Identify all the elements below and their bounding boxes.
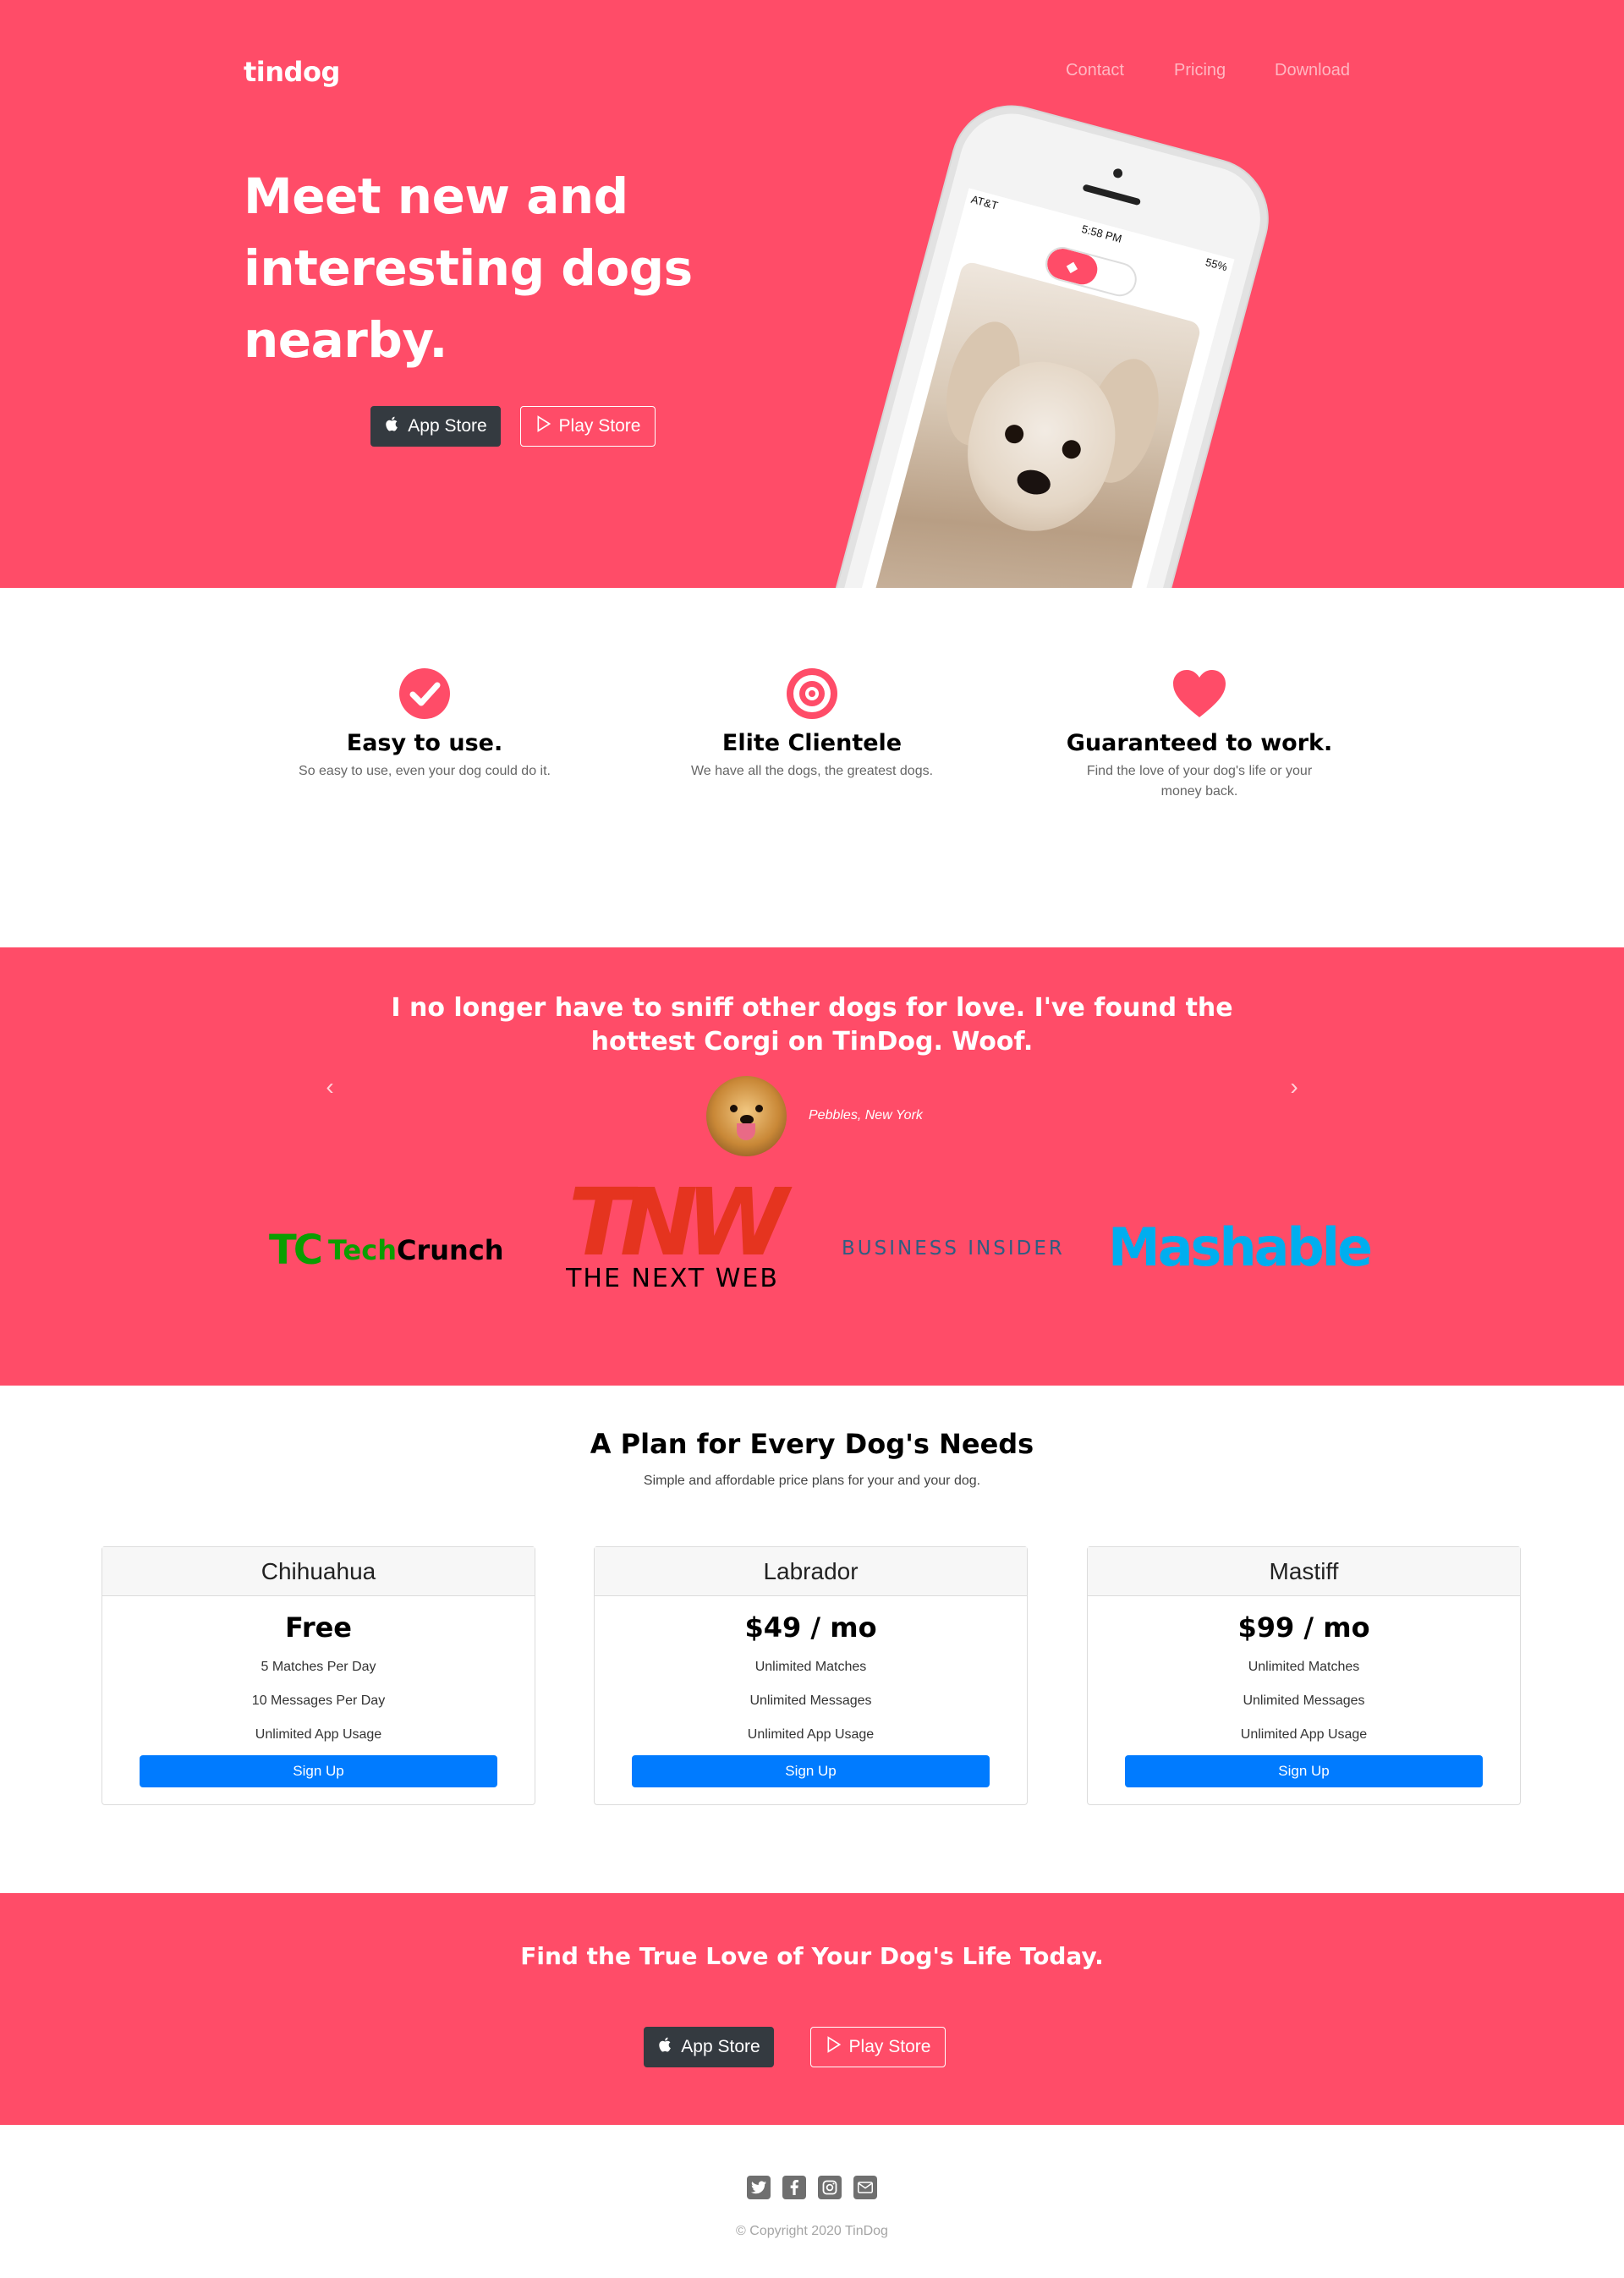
pricing-title: A Plan for Every Dog's Needs (590, 1428, 1034, 1460)
avatar (706, 1076, 787, 1156)
techcrunch-wordmark: TechCrunch (327, 1234, 504, 1266)
plan-features: Unlimited Matches Unlimited Messages Unl… (595, 1650, 1027, 1752)
footer: © Copyright 2020 TinDog (0, 2125, 1624, 2278)
plan-feature: Unlimited App Usage (747, 1727, 875, 1742)
phone-speaker (1082, 184, 1142, 206)
app-store-label: App Store (681, 2037, 760, 2056)
social-links (0, 2176, 1624, 2199)
dog-nose (1014, 466, 1054, 498)
plan-name: Labrador (595, 1547, 1027, 1596)
hero-title: Meet new and interesting dogs nearby. (244, 167, 693, 369)
plan-feature: Unlimited App Usage (255, 1727, 382, 1742)
plan-feature: 5 Matches Per Day (261, 1660, 376, 1674)
carousel-next-icon[interactable]: › (1281, 1074, 1307, 1100)
plan-name: Chihuahua (102, 1547, 535, 1596)
plan-card-mastiff: Mastiff $99 / mo Unlimited Matches Unlim… (1087, 1546, 1521, 1805)
pricing-section: A Plan for Every Dog's Needs Simple and … (0, 1386, 1624, 1893)
facebook-icon[interactable] (782, 2176, 806, 2199)
features-section: Easy to use. So easy to use, even your d… (0, 588, 1624, 947)
play-store-label: Play Store (848, 2037, 931, 2056)
nav-contact[interactable]: Contact (1066, 61, 1124, 80)
testimonial-quote: I no longer have to sniff other dogs for… (391, 993, 1233, 1057)
plan-feature: Unlimited Messages (749, 1693, 872, 1708)
hero-section: tindog Contact Pricing Download Meet new… (0, 0, 1624, 588)
plan-card-chihuahua: Chihuahua Free 5 Matches Per Day 10 Mess… (102, 1546, 535, 1805)
play-store-button[interactable]: Play Store (520, 406, 656, 447)
plan-feature: Unlimited App Usage (1240, 1727, 1368, 1742)
plan-feature: Unlimited Matches (754, 1660, 867, 1674)
phone-camera (1111, 167, 1124, 179)
business-insider-logo: BUSINESS INSIDER (842, 1238, 1065, 1260)
feature-text: So easy to use, even your dog could do i… (299, 764, 551, 778)
dog-photo (849, 260, 1203, 588)
plan-feature: 10 Messages Per Day (251, 1693, 386, 1708)
app-store-label: App Store (408, 416, 487, 436)
check-circle-icon (395, 664, 454, 723)
play-icon (535, 415, 552, 437)
techcrunch-logo: TC TechCrunch (269, 1227, 504, 1274)
techcrunch-mark: TC (269, 1227, 323, 1274)
plan-card-labrador: Labrador $49 / mo Unlimited Matches Unli… (594, 1546, 1028, 1805)
plan-price: $49 / mo (744, 1611, 877, 1644)
phone-mockup: AT&T 5:58 PM 55% ◆ (798, 93, 1370, 588)
play-icon (826, 2036, 842, 2058)
sign-up-button[interactable]: Sign Up (140, 1755, 497, 1787)
carrier-label: AT&T (969, 192, 1000, 212)
feature-easy: Easy to use. So easy to use, even your d… (272, 664, 577, 782)
plan-price: $99 / mo (1237, 1611, 1370, 1644)
iphone-frame: AT&T 5:58 PM 55% ◆ (798, 93, 1281, 588)
feature-title: Guaranteed to work. (1066, 730, 1333, 756)
plan-name: Mastiff (1088, 1547, 1520, 1596)
feature-title: Elite Clientele (721, 730, 903, 756)
plan-feature: Unlimited Matches (1248, 1660, 1360, 1674)
target-icon (782, 664, 842, 723)
app-store-button[interactable]: App Store (370, 406, 501, 447)
brand-logo[interactable]: tindog (244, 56, 340, 88)
tnw-mark: TNW (568, 1168, 788, 1276)
copyright-text: © Copyright 2020 TinDog (736, 2224, 888, 2238)
cta-app-store-button[interactable]: App Store (644, 2027, 774, 2067)
plan-feature: Unlimited Messages (1243, 1693, 1365, 1708)
dog-eye-right (1060, 437, 1084, 461)
sign-up-button[interactable]: Sign Up (1125, 1755, 1483, 1787)
cta-section: Find the True Love of Your Dog's Life To… (0, 1893, 1624, 2125)
plan-features: 5 Matches Per Day 10 Messages Per Day Un… (102, 1650, 535, 1752)
nav-download[interactable]: Download (1275, 61, 1350, 80)
feature-guaranteed: Guaranteed to work. Find the love of you… (1047, 664, 1352, 802)
testimonial-caption: Pebbles, New York (809, 1108, 923, 1123)
mashable-logo: Mashable (1108, 1216, 1373, 1278)
heart-icon (1170, 664, 1229, 723)
feature-text: We have all the dogs, the greatest dogs. (690, 764, 934, 778)
cta-play-store-button[interactable]: Play Store (810, 2027, 946, 2067)
flame-icon: ◆ (1044, 245, 1101, 288)
carousel-prev-icon[interactable]: ‹ (317, 1074, 343, 1100)
apple-icon (657, 2036, 674, 2058)
pricing-subtitle: Simple and affordable price plans for yo… (643, 1474, 981, 1488)
avatar-tongue (737, 1123, 755, 1140)
plan-features: Unlimited Matches Unlimited Messages Unl… (1088, 1650, 1520, 1752)
apple-icon (384, 415, 401, 437)
nav-pricing[interactable]: Pricing (1174, 61, 1226, 80)
dog-eye-left (1002, 422, 1026, 446)
testimonials-section: I no longer have to sniff other dogs for… (0, 947, 1624, 1386)
sign-up-button[interactable]: Sign Up (632, 1755, 990, 1787)
phone-screen: AT&T 5:58 PM 55% ◆ (833, 188, 1235, 588)
feature-text: Find the love of your dog's life or your… (1086, 764, 1313, 799)
tnw-logo: TNW THE NEXT WEB (550, 1176, 795, 1293)
battery-label: 55% (1204, 255, 1229, 274)
plan-price: Free (285, 1611, 352, 1644)
instagram-icon[interactable] (818, 2176, 842, 2199)
tnw-wordmark: THE NEXT WEB (566, 1264, 779, 1293)
avatar-eye-left (730, 1105, 738, 1112)
avatar-eye-right (755, 1105, 763, 1112)
twitter-icon[interactable] (747, 2176, 771, 2199)
clock-label: 5:58 PM (1080, 222, 1123, 245)
play-store-label: Play Store (558, 416, 641, 436)
feature-elite: Elite Clientele We have all the dogs, th… (660, 664, 964, 782)
cta-title: Find the True Love of Your Dog's Life To… (520, 1942, 1104, 1970)
feature-title: Easy to use. (346, 730, 503, 756)
envelope-icon[interactable] (853, 2176, 877, 2199)
